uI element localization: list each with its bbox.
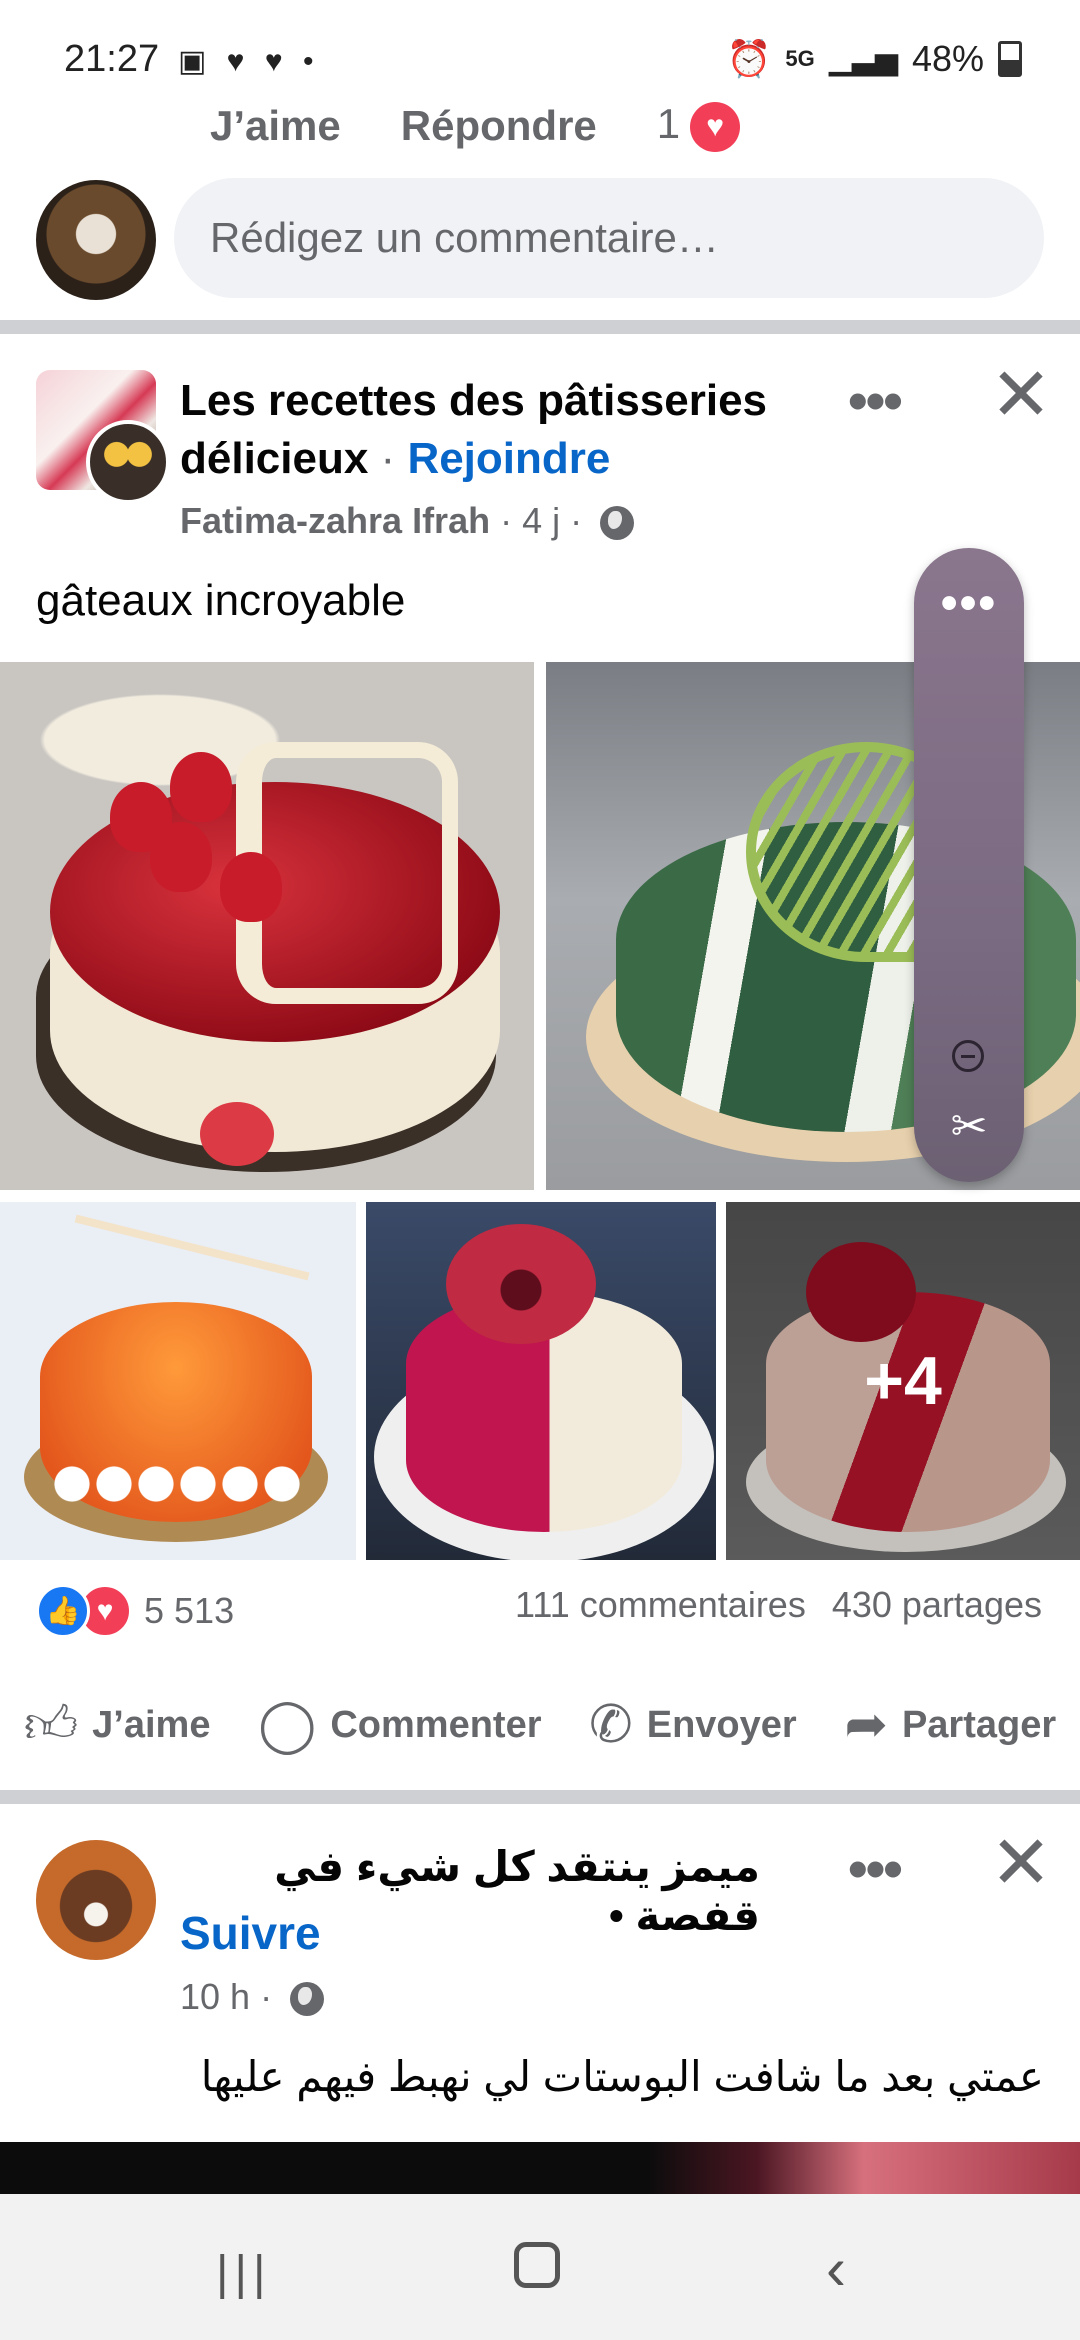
- strawberry: [170, 752, 232, 822]
- post-author[interactable]: Fatima-zahra Ifrah: [180, 500, 490, 541]
- comment-reply-button[interactable]: Répondre: [401, 102, 597, 150]
- bubble-more-icon[interactable]: •••: [914, 580, 1024, 628]
- author-avatar[interactable]: [86, 420, 170, 504]
- page-name[interactable]: ميمز ينتقد كل شيء في قفصة: [274, 1843, 760, 1939]
- comment-button[interactable]: ◯ Commenter: [258, 1699, 541, 1751]
- cake-balls: [52, 1464, 304, 1504]
- like-button[interactable]: 👍︎ J’aime: [24, 1699, 211, 1751]
- network-label: 5G: [785, 46, 815, 71]
- shares-count[interactable]: 430 partages: [832, 1584, 1042, 1626]
- separator: ·: [380, 434, 396, 483]
- decor-dot: [200, 1102, 274, 1166]
- comment-bubble-icon: ◯: [258, 1696, 317, 1754]
- join-group-button[interactable]: Rejoindre: [407, 434, 610, 483]
- back-button[interactable]: ‹: [826, 2234, 846, 2303]
- notification-icons: ▣ ♥ ♥ •: [178, 45, 320, 78]
- send-button[interactable]: ✆ Envoyer: [589, 1699, 797, 1751]
- share-label: Partager: [901, 1703, 1057, 1746]
- close-icon[interactable]: ✕: [990, 358, 1052, 432]
- post-photo-5[interactable]: +4: [726, 1202, 1080, 1560]
- post2-meta: 10 h ·: [180, 1976, 325, 2018]
- heart-icon: ♥: [690, 101, 741, 152]
- battery-percent: 48%: [911, 38, 984, 79]
- scissors-icon[interactable]: ✂: [942, 1100, 996, 1154]
- current-user-avatar[interactable]: [36, 180, 156, 300]
- globe-icon: [600, 506, 635, 541]
- share-arrow-icon: ➦: [844, 1696, 888, 1754]
- reaction-count: 5 513: [144, 1590, 235, 1631]
- send-label: Envoyer: [646, 1703, 797, 1746]
- post2-text: عمتي بعد ما شافت البوستات لي نهبط فيهم ع…: [200, 2053, 1044, 2100]
- more-options-icon[interactable]: •••: [848, 1836, 903, 1901]
- system-nav-bar: ||| ‹: [0, 2194, 1080, 2340]
- comment-like-button[interactable]: J’aime: [210, 102, 341, 150]
- globe-icon: [290, 1982, 325, 2017]
- whatsapp-icon: ✆: [589, 1696, 633, 1754]
- post-header: Les recettes des pâtisseries délicieux ·…: [180, 372, 820, 488]
- status-bar: 21:27 ▣ ♥ ♥ • ⏰ 5G ▁▃▅ 48%: [0, 0, 1080, 110]
- post-photo-4[interactable]: [366, 1202, 716, 1560]
- comment-reaction-count: 1: [656, 100, 681, 147]
- post-photo-3[interactable]: [0, 1202, 356, 1560]
- more-photos-count: +4: [864, 1343, 942, 1419]
- floating-bubble-panel[interactable]: ••• ✂: [914, 548, 1024, 1182]
- like-label: J’aime: [92, 1703, 211, 1746]
- post2-photo[interactable]: [0, 2142, 1080, 2194]
- strawberry: [150, 822, 212, 892]
- close-icon[interactable]: ✕: [990, 1826, 1052, 1900]
- status-right: ⏰ 5G ▁▃▅ 48%: [727, 38, 1022, 80]
- signal-icon: ▁▃▅: [828, 42, 898, 76]
- like-reaction-icon: 👍: [36, 1584, 90, 1638]
- strawberry: [220, 852, 282, 922]
- post-text: gâteaux incroyable: [36, 576, 406, 625]
- comment-reactions[interactable]: 1 ♥: [656, 100, 741, 152]
- cake-flower: [446, 1224, 596, 1344]
- post-stats: 111 commentaires 430 partages: [515, 1584, 1042, 1626]
- divider: [0, 320, 1080, 334]
- minimize-icon[interactable]: [952, 1040, 984, 1072]
- comment-actions: J’aime Répondre 1 ♥: [210, 100, 741, 152]
- home-button[interactable]: [514, 2242, 560, 2288]
- reaction-summary[interactable]: 👍 ♥ 5 513: [36, 1584, 234, 1638]
- post-action-bar: 👍︎ J’aime ◯ Commenter ✆ Envoyer ➦ Partag…: [0, 1690, 1080, 1760]
- more-options-icon[interactable]: •••: [848, 368, 903, 433]
- alarm-icon: ⏰: [726, 38, 772, 79]
- post-time[interactable]: 4 j: [522, 500, 560, 541]
- post-photo-1[interactable]: [0, 662, 534, 1190]
- comment-input[interactable]: Rédigez un commentaire…: [174, 178, 1044, 298]
- status-time: 21:27: [64, 38, 160, 80]
- post2-time[interactable]: 10 h: [180, 1976, 250, 2017]
- post-meta: Fatima-zahra Ifrah · 4 j ·: [180, 500, 635, 542]
- recents-button[interactable]: |||: [216, 2246, 271, 2301]
- comment-label: Commenter: [330, 1703, 542, 1746]
- page-avatar[interactable]: [36, 1840, 156, 1960]
- battery-icon: [998, 41, 1022, 77]
- separator: •: [609, 1892, 624, 1939]
- share-button[interactable]: ➦ Partager: [844, 1699, 1056, 1751]
- comments-count[interactable]: 111 commentaires: [515, 1584, 806, 1626]
- thumbs-up-icon: 👍︎: [23, 1696, 79, 1754]
- divider: [0, 1790, 1080, 1804]
- follow-button[interactable]: Suivre: [180, 1906, 321, 1960]
